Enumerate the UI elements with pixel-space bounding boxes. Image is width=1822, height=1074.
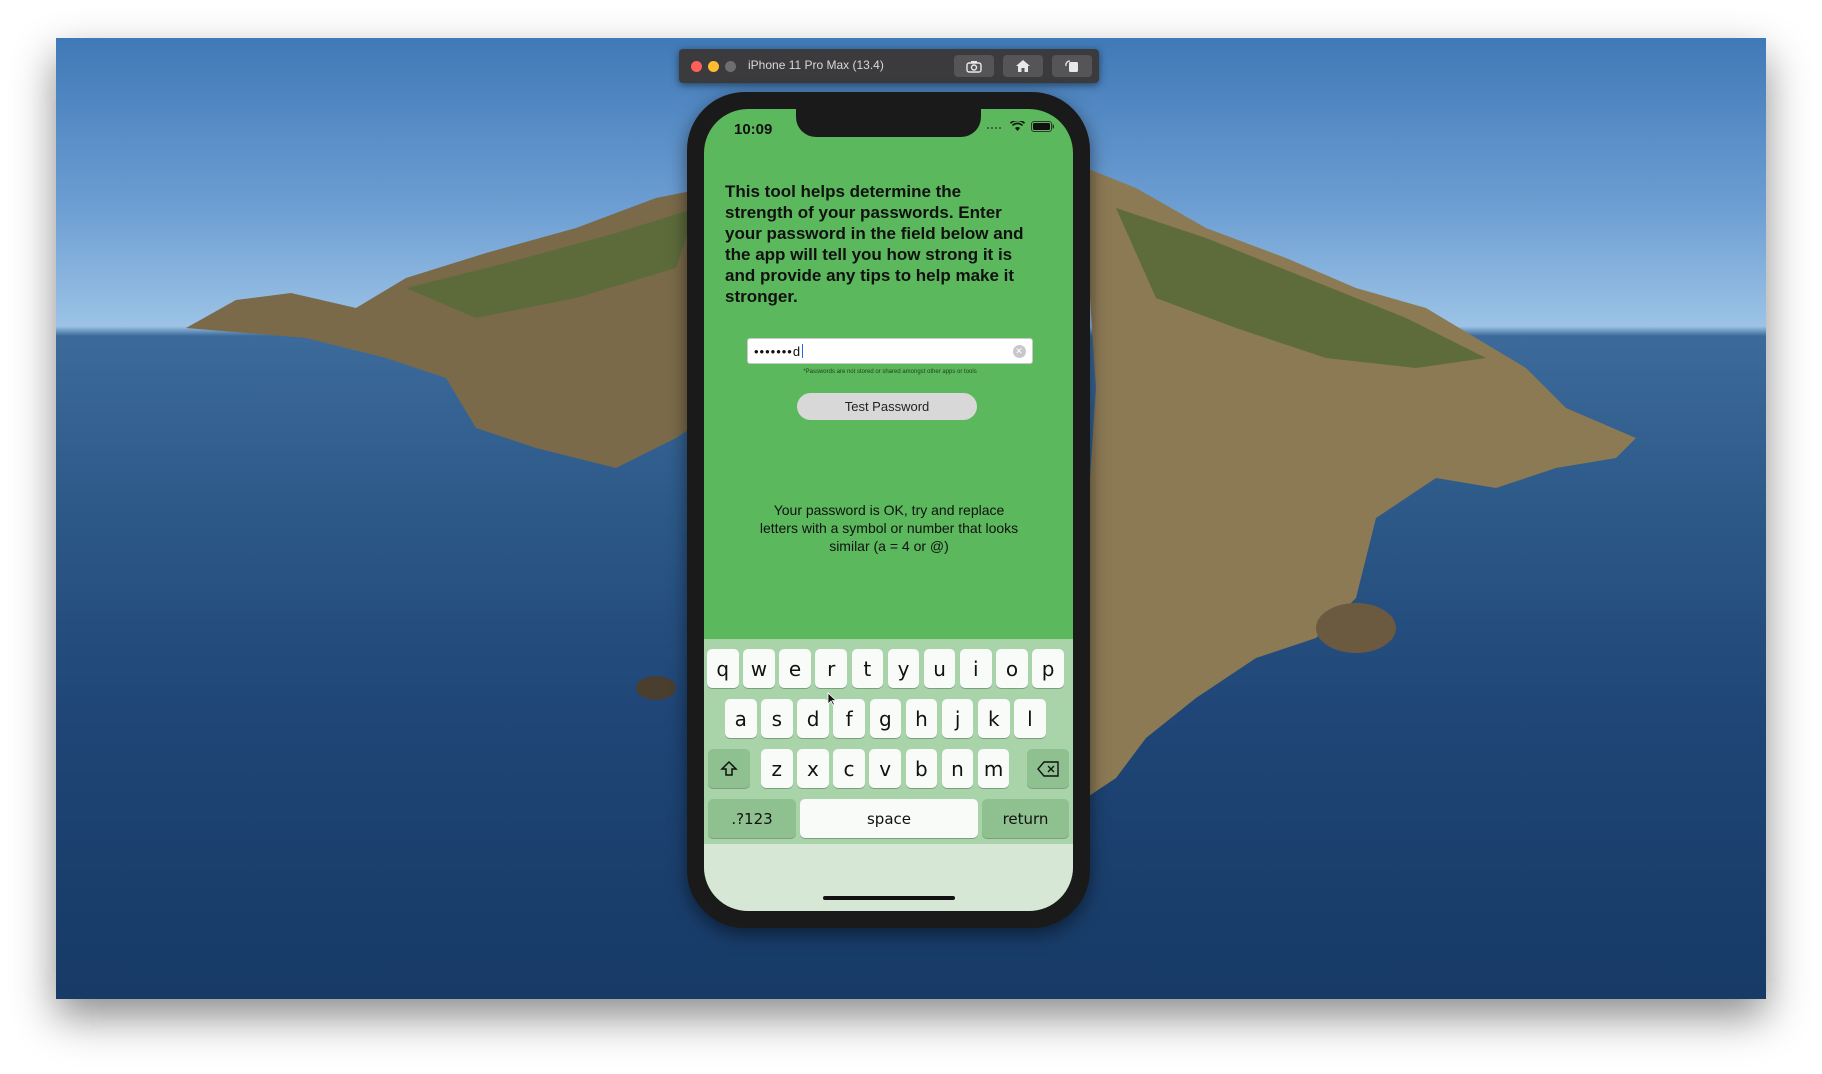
rotate-button[interactable] [1052, 55, 1092, 77]
wifi-icon [1010, 121, 1025, 131]
zoom-window-button[interactable] [725, 61, 736, 72]
shift-key[interactable] [708, 749, 750, 788]
home-button[interactable] [1003, 55, 1043, 77]
iphone-device: 10:09 This tool helps determine the stre… [687, 92, 1090, 928]
key-j[interactable]: j [941, 699, 974, 738]
status-time: 10:09 [734, 121, 773, 138]
key-c[interactable]: c [833, 749, 865, 788]
key-n[interactable]: n [941, 749, 974, 788]
notch [796, 109, 981, 137]
key-u[interactable]: u [923, 649, 956, 688]
signal-icon [987, 126, 1001, 129]
key-y[interactable]: y [887, 649, 920, 688]
disclaimer-text: *Passwords are not stored or shared amon… [803, 369, 977, 375]
close-window-button[interactable] [691, 61, 702, 72]
home-icon [1016, 60, 1030, 72]
key-i[interactable]: i [960, 649, 992, 688]
key-w[interactable]: w [743, 649, 775, 688]
text-caret [802, 344, 804, 358]
key-s[interactable]: s [761, 699, 793, 738]
test-password-button[interactable]: Test Password [797, 393, 977, 420]
shift-icon [720, 760, 738, 776]
simulator-title-bar: iPhone 11 Pro Max (13.4) [679, 49, 1099, 83]
delete-key[interactable] [1027, 749, 1069, 788]
key-l[interactable]: l [1014, 699, 1046, 738]
password-value: •••••••d [754, 343, 802, 359]
mouse-pointer-icon [827, 692, 837, 706]
intro-text: This tool helps determine the strength o… [725, 182, 1024, 306]
status-icons [986, 121, 1055, 132]
key-k[interactable]: k [978, 699, 1010, 738]
screenshot-icon [966, 60, 982, 73]
key-b[interactable]: b [905, 749, 938, 788]
key-r[interactable]: r [815, 649, 847, 688]
phone-screen: 10:09 This tool helps determine the stre… [704, 109, 1073, 911]
key-a[interactable]: a [725, 699, 757, 738]
key-p[interactable]: p [1032, 649, 1064, 688]
clear-text-icon[interactable]: ✕ [1013, 345, 1026, 358]
rotate-icon [1065, 60, 1078, 72]
space-key[interactable]: space [800, 799, 978, 838]
simulator-title: iPhone 11 Pro Max (13.4) [748, 58, 884, 72]
key-g[interactable]: g [869, 699, 902, 738]
key-o[interactable]: o [996, 649, 1028, 688]
key-e[interactable]: e [779, 649, 811, 688]
key-t[interactable]: t [851, 649, 884, 688]
key-d[interactable]: d [797, 699, 829, 738]
minimize-window-button[interactable] [708, 61, 719, 72]
key-v[interactable]: v [869, 749, 901, 788]
return-key[interactable]: return [982, 799, 1069, 838]
battery-icon [1031, 121, 1054, 132]
key-f[interactable]: f [833, 699, 865, 738]
key-x[interactable]: x [797, 749, 829, 788]
home-indicator[interactable] [823, 896, 955, 900]
key-z[interactable]: z [761, 749, 793, 788]
delete-icon [1037, 760, 1059, 777]
password-input[interactable]: •••••••d ✕ [747, 338, 1033, 364]
key-m[interactable]: m [977, 749, 1010, 788]
key-q[interactable]: q [707, 649, 739, 688]
keyboard: q w e r t y u i o p a s d f g h j k l z x c v b n m .?123 space retu… [704, 639, 1073, 911]
screenshot-button[interactable] [954, 55, 994, 77]
numbers-key[interactable]: .?123 [708, 799, 796, 838]
key-h[interactable]: h [905, 699, 938, 738]
result-text: Your password is OK, try and replace let… [759, 502, 1019, 554]
